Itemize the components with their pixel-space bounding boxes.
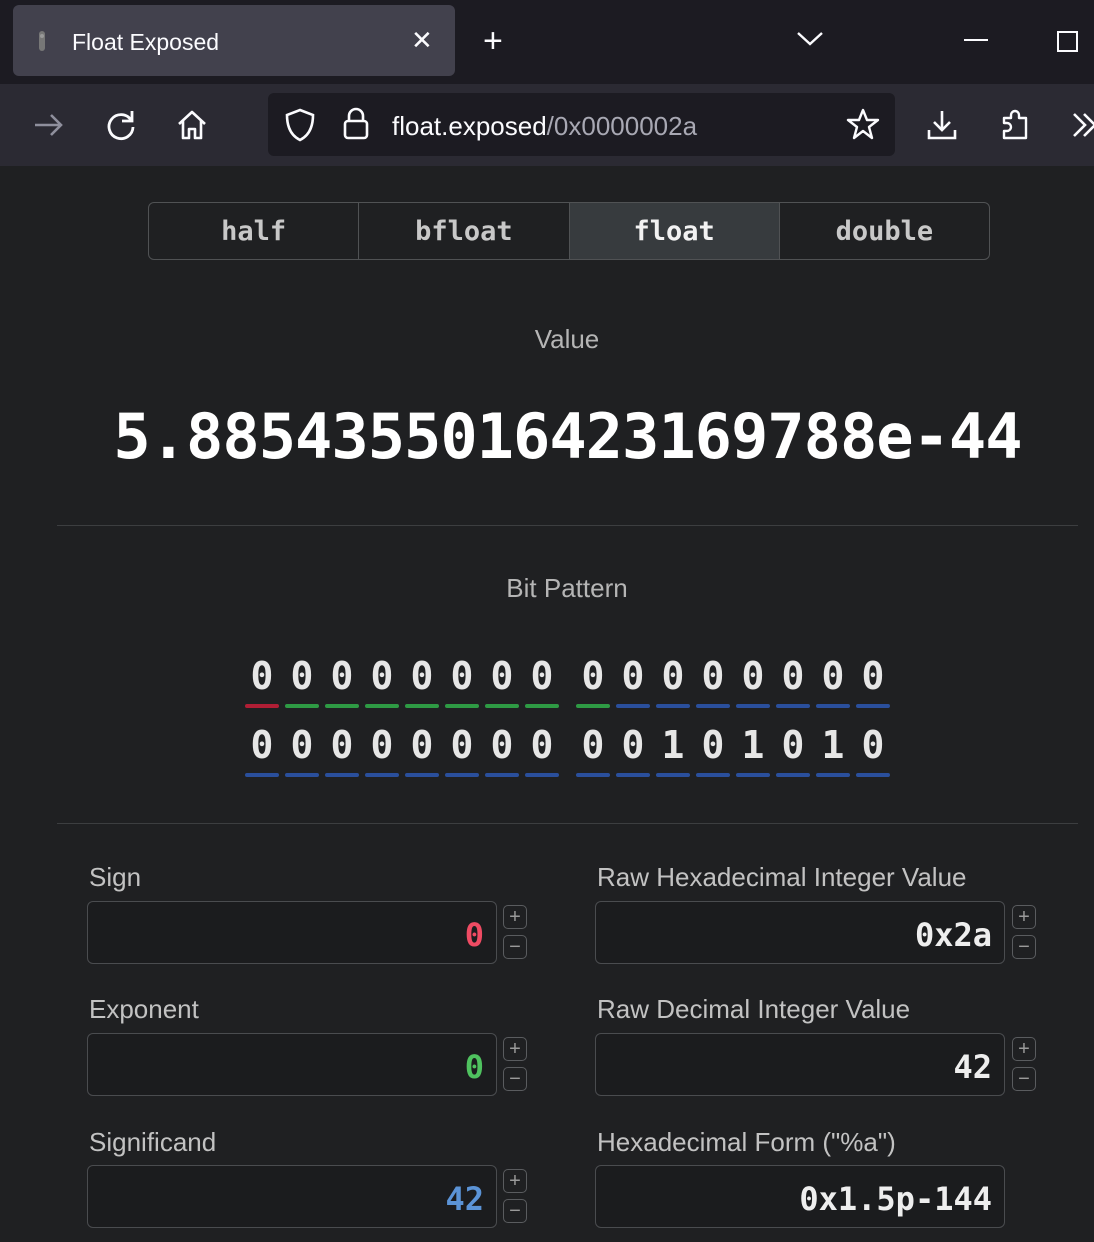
bookmark-star-icon[interactable] — [846, 107, 880, 141]
exponent-bit[interactable]: 0 — [325, 654, 359, 708]
exponent-bit[interactable]: 0 — [285, 654, 319, 708]
tab-title: Float Exposed — [72, 29, 220, 55]
exponent-bit[interactable]: 0 — [576, 654, 610, 708]
significand-bit[interactable]: 0 — [776, 723, 810, 777]
significand-bit[interactable]: 1 — [736, 723, 770, 777]
significand-bit[interactable]: 0 — [325, 723, 359, 777]
hex-form-field[interactable]: 0x1.5p-144 — [595, 1165, 1005, 1228]
forward-icon[interactable] — [32, 108, 66, 142]
raw-hex-label: Raw Hexadecimal Integer Value — [597, 862, 967, 892]
url-text[interactable]: float.exposed/0x0000002a — [392, 111, 697, 142]
reload-icon[interactable] — [104, 108, 138, 142]
overflow-icon[interactable] — [1068, 108, 1094, 142]
significand-decrement-button[interactable]: − — [503, 1199, 527, 1223]
significand-bit[interactable]: 0 — [365, 723, 399, 777]
significand-bit[interactable]: 0 — [445, 723, 479, 777]
maximize-icon[interactable] — [1057, 31, 1078, 52]
divider — [57, 525, 1078, 526]
significand-bit[interactable]: 0 — [485, 723, 519, 777]
type-half-button[interactable]: half — [149, 203, 360, 259]
raw-hex-increment-button[interactable]: + — [1012, 905, 1036, 929]
significand-bit[interactable]: 0 — [736, 654, 770, 708]
hex-form-value: 0x1.5p-144 — [799, 1180, 992, 1218]
significand-bit[interactable]: 0 — [616, 723, 650, 777]
raw-decimal-field[interactable]: 42 — [595, 1033, 1005, 1096]
type-float-button[interactable]: float — [569, 203, 780, 259]
type-double-button[interactable]: double — [780, 203, 989, 259]
significand-bit[interactable]: 0 — [856, 654, 890, 708]
significand-field[interactable]: 42 — [87, 1165, 497, 1228]
significand-bit[interactable]: 0 — [816, 654, 850, 708]
significand-bit[interactable]: 0 — [616, 654, 650, 708]
sign-increment-button[interactable]: + — [503, 905, 527, 929]
sign-field[interactable]: 0 — [87, 901, 497, 964]
significand-bit[interactable]: 0 — [696, 654, 730, 708]
significand-increment-button[interactable]: + — [503, 1169, 527, 1193]
exponent-bit[interactable]: 0 — [485, 654, 519, 708]
exponent-bit[interactable]: 0 — [365, 654, 399, 708]
extensions-icon[interactable] — [998, 108, 1032, 142]
significand-bit[interactable]: 0 — [245, 723, 279, 777]
raw-decimal-decrement-button[interactable]: − — [1012, 1067, 1036, 1091]
exponent-value: 0 — [464, 1048, 484, 1086]
exponent-field[interactable]: 0 — [87, 1033, 497, 1096]
significand-bit[interactable]: 0 — [776, 654, 810, 708]
raw-hex-field[interactable]: 0x2a — [595, 901, 1005, 964]
significand-bit[interactable]: 0 — [696, 723, 730, 777]
hex-form-label: Hexadecimal Form ("%a") — [597, 1127, 896, 1157]
url-host: float.exposed — [392, 111, 547, 141]
significand-label: Significand — [89, 1127, 217, 1157]
exponent-bit[interactable]: 0 — [525, 654, 559, 708]
significand-bit[interactable]: 1 — [656, 723, 690, 777]
browser-titlebar: Float Exposed ✕ + — [0, 0, 1094, 84]
new-tab-icon[interactable]: + — [483, 24, 503, 58]
browser-toolbar: float.exposed/0x0000002a — [0, 84, 1094, 166]
url-bar[interactable]: float.exposed/0x0000002a — [268, 93, 895, 156]
minimize-icon[interactable] — [964, 38, 988, 42]
favicon-icon — [39, 31, 45, 51]
float-type-selector: half bfloat float double — [148, 202, 990, 260]
download-icon[interactable] — [925, 108, 959, 142]
float-value[interactable]: 5.8854355016423169788e-44 — [0, 400, 1094, 473]
significand-bit[interactable]: 0 — [576, 723, 610, 777]
raw-decimal-label: Raw Decimal Integer Value — [597, 994, 911, 1024]
raw-decimal-increment-button[interactable]: + — [1012, 1037, 1036, 1061]
bit-pattern-heading: Bit Pattern — [506, 573, 628, 603]
significand-bit[interactable]: 0 — [525, 723, 559, 777]
url-path: /0x0000002a — [546, 111, 698, 141]
significand-bit[interactable]: 0 — [656, 654, 690, 708]
exponent-bit[interactable]: 0 — [405, 654, 439, 708]
tab-list-icon[interactable] — [796, 30, 824, 48]
significand-bit[interactable]: 0 — [285, 723, 319, 777]
sign-label: Sign — [89, 862, 142, 892]
exponent-bit[interactable]: 0 — [445, 654, 479, 708]
significand-bit[interactable]: 1 — [816, 723, 850, 777]
exponent-increment-button[interactable]: + — [503, 1037, 527, 1061]
type-bfloat-button[interactable]: bfloat — [359, 203, 570, 259]
lock-icon[interactable] — [342, 106, 370, 140]
sign-value: 0 — [464, 916, 484, 954]
shield-icon[interactable] — [284, 108, 316, 142]
value-heading: Value — [534, 324, 600, 354]
exponent-decrement-button[interactable]: − — [503, 1067, 527, 1091]
exponent-label: Exponent — [89, 994, 199, 1024]
significand-bit[interactable]: 0 — [405, 723, 439, 777]
significand-value: 42 — [445, 1180, 484, 1218]
sign-bit[interactable]: 0 — [245, 654, 279, 708]
divider — [57, 823, 1078, 824]
home-icon[interactable] — [175, 108, 209, 142]
sign-decrement-button[interactable]: − — [503, 935, 527, 959]
raw-decimal-value: 42 — [953, 1048, 992, 1086]
browser-tab[interactable]: Float Exposed ✕ — [13, 5, 455, 76]
raw-hex-decrement-button[interactable]: − — [1012, 935, 1036, 959]
close-tab-icon[interactable]: ✕ — [411, 27, 433, 53]
raw-hex-value: 0x2a — [914, 916, 992, 954]
significand-bit[interactable]: 0 — [856, 723, 890, 777]
